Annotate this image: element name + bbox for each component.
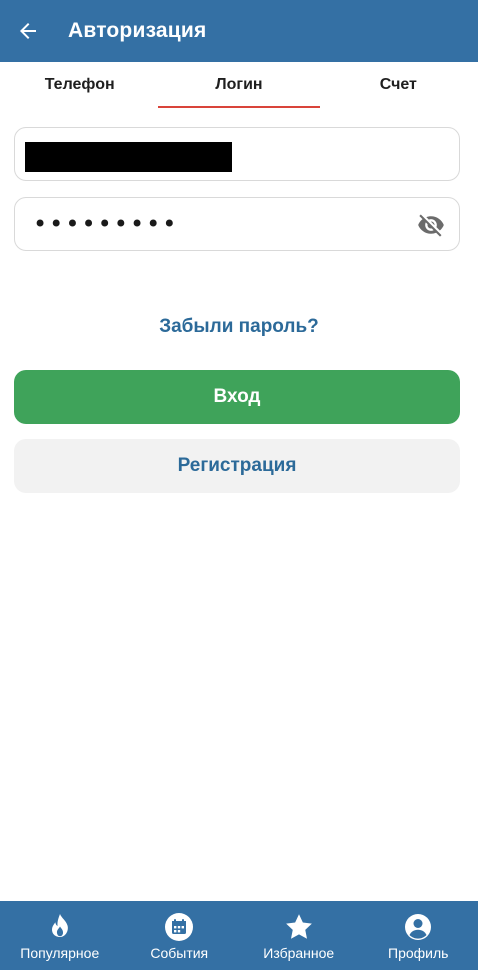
app-header: Авторизация [0,0,478,62]
nav-item-favorites[interactable]: Избранное [239,901,359,970]
arrow-left-icon [20,23,36,39]
tab-login[interactable]: Логин [157,62,320,108]
register-button[interactable]: Регистрация [14,439,460,493]
star-icon [285,914,312,939]
bottom-navigation: Популярное События Избранное Профиль [0,901,478,970]
page-title: Авторизация [68,19,207,42]
flame-icon [51,914,68,937]
password-input[interactable]: ••••••••• [14,197,460,251]
nav-item-popular[interactable]: Популярное [0,901,120,970]
login-button-label: Вход [213,386,261,407]
calendar-icon [165,913,194,941]
eye-off-icon [418,214,444,237]
nav-item-events-label: События [150,945,209,961]
tab-phone[interactable]: Телефон [0,62,159,108]
login-input[interactable] [14,127,460,181]
password-input-value: ••••••••• [33,210,179,238]
tab-phone-label: Телефон [44,76,115,93]
nav-item-profile-label: Профиль [388,945,449,961]
auth-tabs: Телефон Логин Счет [0,62,478,108]
nav-item-profile[interactable]: Профиль [359,901,478,970]
forgot-password-link[interactable]: Забыли пароль? [0,316,478,338]
register-button-label: Регистрация [177,455,297,476]
login-button[interactable]: Вход [14,370,460,424]
active-tab-indicator [157,106,320,108]
toggle-password-visibility-button[interactable] [417,211,445,239]
tab-login-label: Логин [215,76,263,93]
nav-item-popular-label: Популярное [20,945,100,961]
tab-account[interactable]: Счет [319,62,478,108]
nav-item-favorites-label: Избранное [263,945,335,961]
nav-item-events[interactable]: События [120,901,240,970]
user-icon [405,914,432,940]
back-button[interactable] [0,0,56,62]
tab-account-label: Счет [379,76,417,93]
redacted-login-value [25,142,232,172]
